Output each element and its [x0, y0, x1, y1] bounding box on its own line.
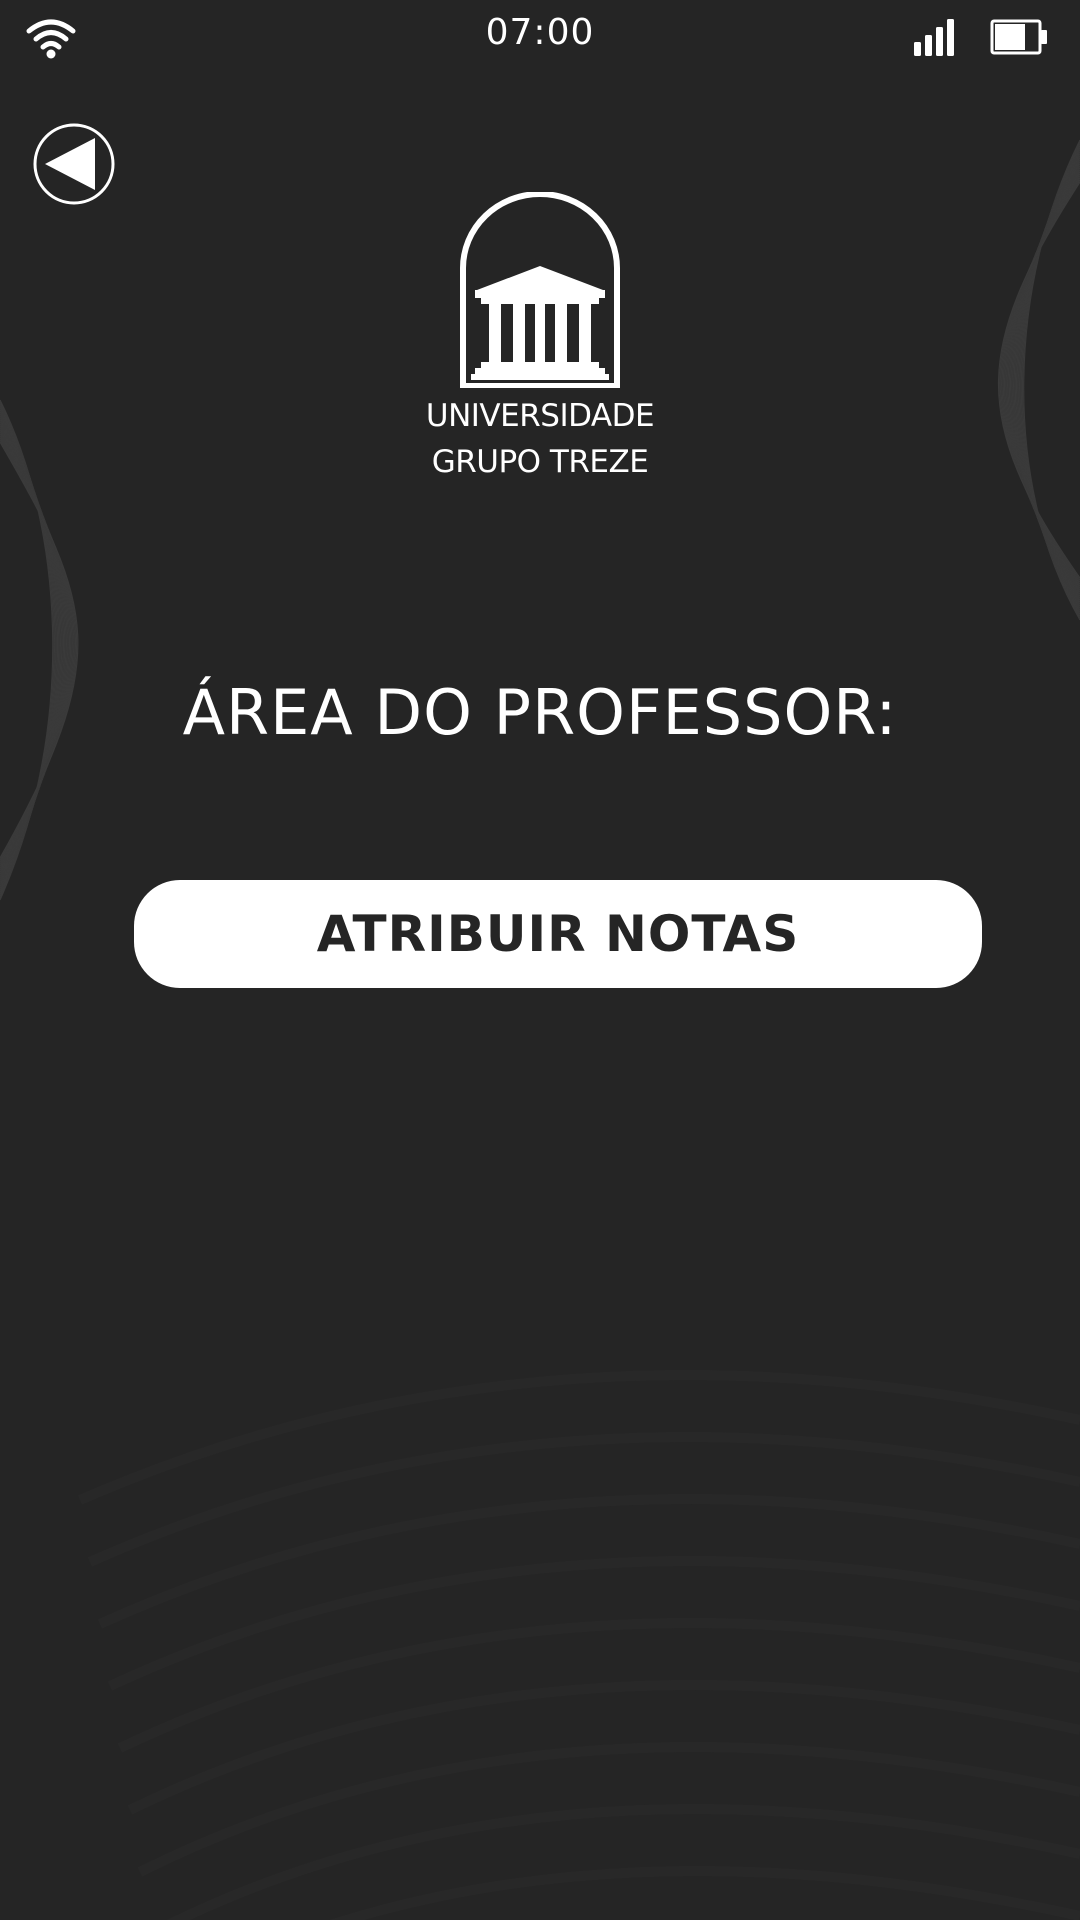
- page-title: ÁREA DO PROFESSOR:: [182, 676, 898, 749]
- assign-grades-label: ATRIBUIR NOTAS: [316, 905, 800, 963]
- university-logo: UNIVERSIDADE GRUPO TREZE: [420, 192, 660, 492]
- assign-grades-button[interactable]: ATRIBUIR NOTAS: [134, 880, 982, 988]
- wifi-icon: [26, 19, 76, 59]
- signal-icon: [914, 19, 954, 56]
- back-button[interactable]: [33, 123, 115, 205]
- status-bar: 07:00: [0, 0, 1080, 74]
- battery-icon: [990, 19, 1047, 55]
- background-seats-texture: [78, 1370, 1080, 1920]
- professor-area-screen: 07:00 UNIVERSIDADE GRUPO TREZE ÁREA DO P…: [0, 0, 1080, 1920]
- university-building-icon: [460, 192, 620, 388]
- status-time: 07:00: [485, 12, 595, 53]
- back-arrow-icon: [45, 138, 95, 190]
- logo-text-university: UNIVERSIDADE: [425, 398, 655, 434]
- logo-text-group: GRUPO TREZE: [431, 444, 649, 480]
